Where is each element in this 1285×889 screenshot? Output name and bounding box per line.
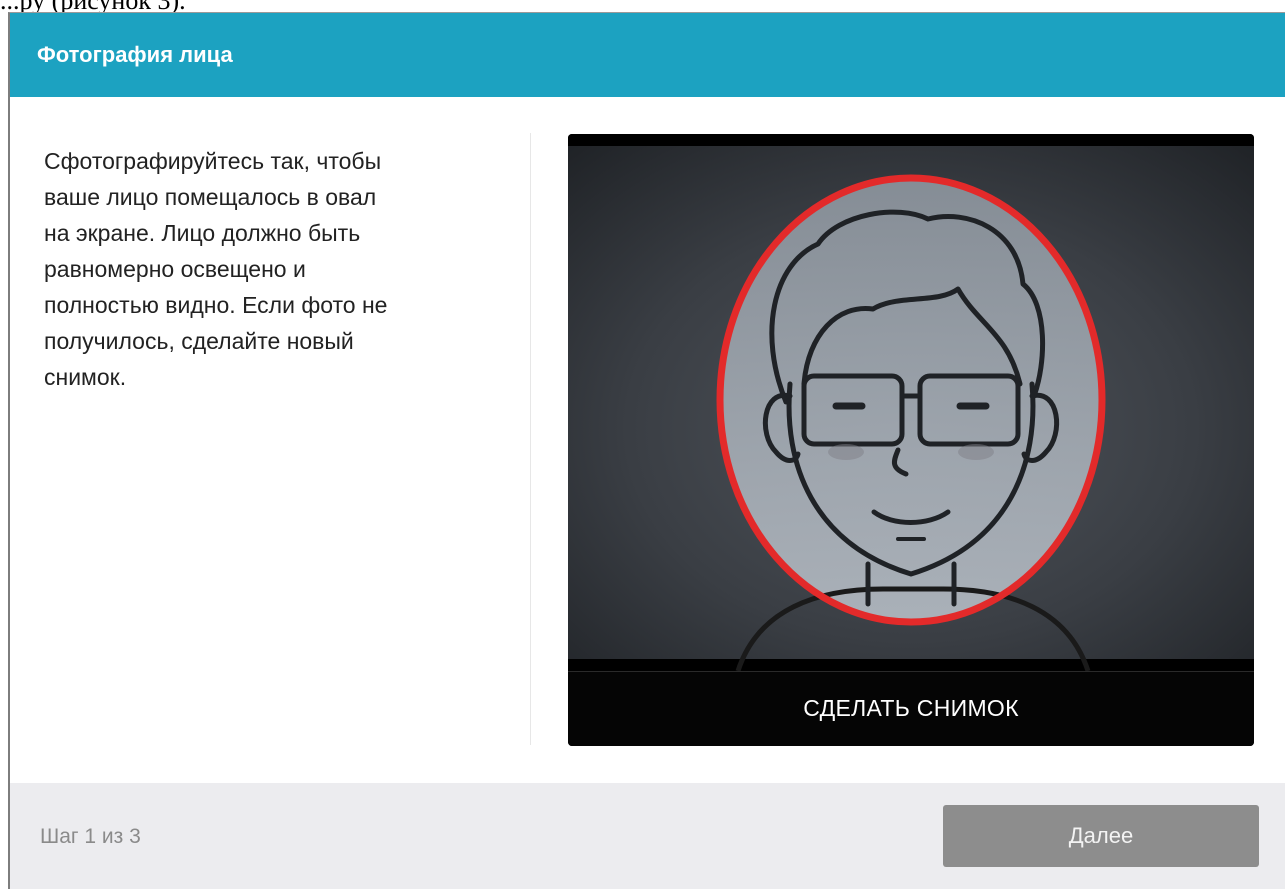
column-divider — [530, 133, 531, 745]
step-indicator: Шаг 1 из 3 — [40, 825, 141, 848]
document-text-fragment: ...ру (рисунок 3). — [0, 0, 186, 12]
next-button[interactable]: Далее — [943, 805, 1259, 867]
dialog-title: Фотография лица — [37, 42, 233, 67]
camera-feed — [568, 134, 1254, 671]
dialog-header: Фотография лица — [10, 13, 1285, 97]
face-photo-dialog: Фотография лица Сфотографируйтесь так, ч… — [8, 12, 1285, 889]
take-photo-button[interactable]: СДЕЛАТЬ СНИМОК — [568, 671, 1254, 746]
dialog-footer: Шаг 1 из 3 Далее — [10, 783, 1285, 889]
camera-preview: СДЕЛАТЬ СНИМОК — [568, 134, 1254, 746]
instructions-text: Сфотографируйтесь так, чтобы ваше лицо п… — [44, 148, 388, 390]
